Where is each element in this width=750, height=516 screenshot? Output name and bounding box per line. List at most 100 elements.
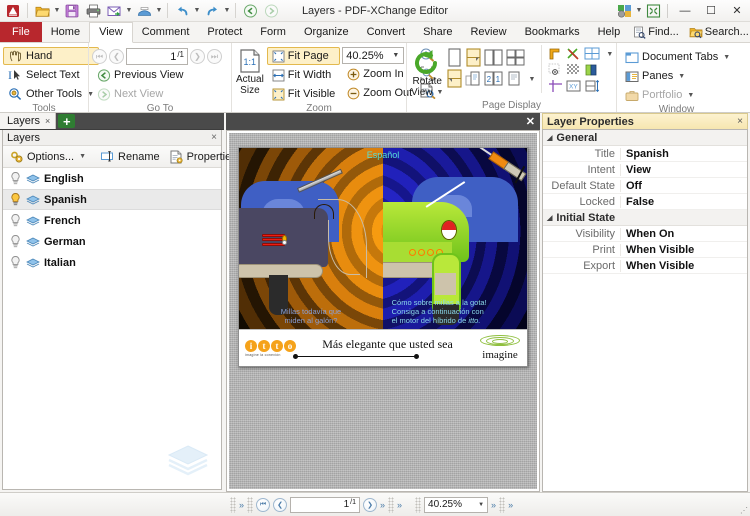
fullscreen-icon[interactable] — [643, 1, 663, 20]
collapse-triangle-icon[interactable]: ◢ — [547, 214, 552, 222]
status-grip[interactable] — [415, 496, 422, 513]
customize-dropdown-caret[interactable]: ▼ — [635, 1, 643, 20]
other-tools-button[interactable]: Other Tools ▼ — [3, 85, 99, 103]
lightbulb-off-icon[interactable] — [9, 234, 22, 249]
chevron-down-icon[interactable]: ▼ — [79, 153, 86, 160]
property-row-default-state[interactable]: Default State Off — [543, 178, 747, 194]
document-canvas[interactable]: Millas todavía que miden al galón? o o o… — [229, 133, 537, 489]
text-flow-icon[interactable] — [506, 69, 524, 89]
split-view-icon[interactable] — [566, 47, 581, 61]
status-grip[interactable] — [499, 496, 506, 513]
status-grip[interactable] — [388, 496, 395, 513]
print-icon[interactable] — [83, 1, 103, 20]
two-page-continuous-icon[interactable] — [506, 48, 526, 68]
close-icon[interactable]: × — [211, 132, 217, 143]
resize-grip[interactable]: ⋰ — [740, 506, 748, 515]
property-group-initial-state[interactable]: ◢ Initial State — [543, 210, 747, 226]
scan-icon[interactable] — [134, 1, 154, 20]
first-page-button[interactable]: ⏮ — [256, 497, 271, 512]
close-button[interactable]: ✕ — [724, 0, 750, 22]
status-overflow-chevron[interactable]: » — [491, 500, 496, 510]
next-page-button[interactable]: ❯ — [363, 497, 378, 512]
lightbulb-off-icon[interactable] — [9, 213, 22, 228]
lightbulb-on-icon[interactable] — [9, 192, 22, 207]
pdf-page[interactable]: Millas todavía que miden al galón? o o o… — [238, 147, 528, 367]
tab-comment[interactable]: Comment — [133, 22, 199, 42]
last-page-button[interactable]: ⏭ — [207, 49, 222, 64]
undo-dropdown-caret[interactable]: ▼ — [193, 1, 201, 20]
next-page-button[interactable]: ❯ — [190, 49, 205, 64]
tab-home[interactable]: Home — [42, 22, 89, 42]
status-overflow-chevron[interactable]: » — [380, 500, 385, 510]
transparency-grid-icon[interactable] — [566, 63, 581, 77]
customize-icon[interactable] — [615, 1, 635, 20]
measure-icon[interactable] — [585, 79, 600, 93]
document-tabs-button[interactable]: Document Tabs ▼ — [620, 48, 735, 66]
tab-organize[interactable]: Organize — [295, 22, 358, 42]
guides-icon[interactable] — [548, 79, 563, 93]
property-row-locked[interactable]: Locked False — [543, 194, 747, 210]
panes-button[interactable]: Panes ▼ — [620, 67, 735, 85]
minimize-button[interactable]: — — [672, 0, 698, 22]
chevron-down-icon[interactable]: ▼ — [678, 73, 685, 80]
property-row-intent[interactable]: Intent View — [543, 162, 747, 178]
property-group-general[interactable]: ◢ General — [543, 130, 747, 146]
add-pane-button[interactable]: + — [58, 114, 76, 128]
email-dropdown-caret[interactable]: ▼ — [125, 1, 133, 20]
back-icon[interactable] — [240, 1, 260, 20]
page-number-input[interactable]: 1 /1 — [126, 48, 188, 65]
chevron-down-icon[interactable]: ▼ — [687, 92, 694, 99]
hand-tool[interactable]: Hand — [3, 47, 99, 65]
lightbulb-off-icon[interactable] — [9, 171, 22, 186]
tab-protect[interactable]: Protect — [198, 22, 251, 42]
tab-view[interactable]: View — [89, 22, 133, 43]
coordinates-icon[interactable]: XY — [566, 79, 582, 93]
page-numbers-icon[interactable]: 21 — [484, 69, 504, 89]
list-item[interactable]: Italian — [3, 252, 221, 273]
find-button[interactable]: Find... — [629, 22, 683, 43]
previous-page-button[interactable]: ❮ — [273, 497, 288, 512]
save-icon[interactable] — [62, 1, 82, 20]
left-pane-tab-layers[interactable]: Layers × — [0, 113, 57, 129]
two-page-icon[interactable] — [484, 48, 504, 68]
property-row-visibility[interactable]: Visibility When On — [543, 226, 747, 242]
tab-share[interactable]: Share — [414, 22, 461, 42]
status-grip[interactable] — [230, 496, 236, 513]
tab-form[interactable]: Form — [251, 22, 295, 42]
grid-icon[interactable] — [584, 47, 601, 61]
email-icon[interactable] — [104, 1, 124, 20]
list-item[interactable]: German — [3, 231, 221, 252]
fit-width-button[interactable]: Fit Width — [267, 66, 340, 84]
property-row-export[interactable]: Export When Visible — [543, 258, 747, 274]
zoom-level-combobox[interactable]: 40.25% ▼ — [342, 47, 405, 64]
status-overflow-chevron[interactable]: » — [397, 500, 402, 510]
search-button[interactable]: Search... — [685, 22, 750, 43]
open-icon[interactable] — [32, 1, 52, 20]
tab-bookmarks[interactable]: Bookmarks — [516, 22, 589, 42]
previous-page-button[interactable]: ❮ — [109, 49, 124, 64]
previous-view-button[interactable]: Previous View — [92, 66, 228, 84]
list-item[interactable]: English — [3, 168, 221, 189]
select-text-tool[interactable]: I Select Text — [3, 66, 99, 84]
snap-to-grid-icon[interactable] — [548, 63, 563, 77]
next-view-button[interactable]: Next View — [92, 85, 228, 103]
layers-options-button[interactable]: Options... ▼ — [5, 147, 90, 166]
forward-icon[interactable] — [261, 1, 281, 20]
layers-rename-button[interactable]: Rename — [96, 147, 164, 166]
collapse-triangle-icon[interactable]: ◢ — [547, 134, 552, 142]
status-overflow-chevron[interactable]: » — [508, 500, 513, 510]
lightbulb-off-icon[interactable] — [9, 255, 22, 270]
app-logo-icon[interactable] — [3, 1, 23, 20]
cover-page-icon[interactable] — [465, 69, 482, 89]
status-grip[interactable] — [247, 496, 254, 513]
first-page-button[interactable]: ⏮ — [92, 49, 107, 64]
undo-icon[interactable] — [172, 1, 192, 20]
close-icon[interactable]: × — [737, 116, 743, 127]
chevron-down-icon[interactable]: ▼ — [437, 87, 444, 98]
actual-size-button[interactable]: 1:1 Actual Size — [235, 45, 265, 97]
property-row-title[interactable]: Title Spanish — [543, 146, 747, 162]
maximize-button[interactable]: ☐ — [698, 0, 724, 22]
close-icon[interactable]: × — [45, 116, 50, 126]
tab-file[interactable]: File — [0, 22, 42, 42]
close-icon[interactable]: ✕ — [526, 115, 535, 128]
